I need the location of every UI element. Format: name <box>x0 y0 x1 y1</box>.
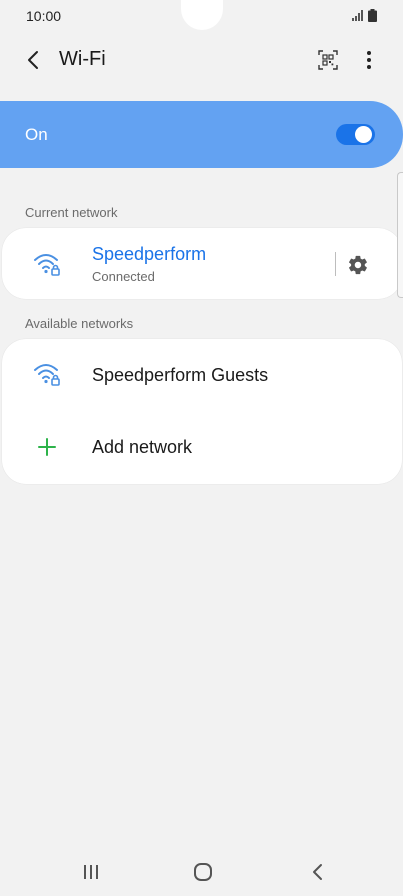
network-list-item[interactable]: Speedperform Guests <box>2 339 402 411</box>
signal-bars-icon <box>352 10 363 21</box>
gear-icon <box>349 255 367 275</box>
chevron-left-icon <box>28 51 38 69</box>
back-button[interactable] <box>20 47 46 73</box>
qr-code-button[interactable] <box>314 46 342 74</box>
status-time: 10:00 <box>26 8 62 24</box>
network-name: Speedperform Guests <box>92 365 269 385</box>
battery-icon <box>368 9 377 22</box>
wifi-switch[interactable] <box>336 124 375 145</box>
wifi-master-toggle[interactable]: On <box>0 101 403 168</box>
available-networks-card: Speedperform Guests Add network <box>2 339 402 484</box>
camera-notch <box>181 0 223 30</box>
back-icon[interactable] <box>305 860 331 884</box>
current-network-header: Current network <box>25 205 118 220</box>
plus-icon <box>38 438 56 456</box>
network-settings-button[interactable] <box>344 251 372 279</box>
wifi-toggle-label: On <box>25 125 48 144</box>
home-icon[interactable] <box>190 860 216 884</box>
add-network-label: Add network <box>92 437 193 457</box>
scrollbar[interactable] <box>397 172 403 298</box>
wifi-lock-icon <box>34 254 60 276</box>
add-network-button[interactable]: Add network <box>2 411 402 483</box>
current-network-name: Speedperform <box>92 244 207 264</box>
current-network-row[interactable]: Speedperform Connected <box>2 228 402 300</box>
status-bar: 10:00 <box>0 0 403 32</box>
current-network-card: Speedperform Connected <box>2 228 402 299</box>
available-networks-header: Available networks <box>25 316 134 331</box>
row-divider <box>335 252 336 276</box>
recents-icon[interactable] <box>78 862 104 882</box>
app-bar: Wi-Fi <box>0 40 403 80</box>
qr-code-icon <box>318 50 338 70</box>
current-network-status: Connected <box>92 269 155 284</box>
more-vertical-icon <box>367 51 371 69</box>
more-options-button[interactable] <box>356 46 382 74</box>
navigation-bar <box>0 846 403 896</box>
page-title: Wi-Fi <box>59 48 106 70</box>
wifi-lock-icon <box>34 364 60 386</box>
switch-knob <box>355 126 372 143</box>
wifi-settings-screen: 10:00 Wi-Fi On Current network Speedperf… <box>0 0 403 896</box>
